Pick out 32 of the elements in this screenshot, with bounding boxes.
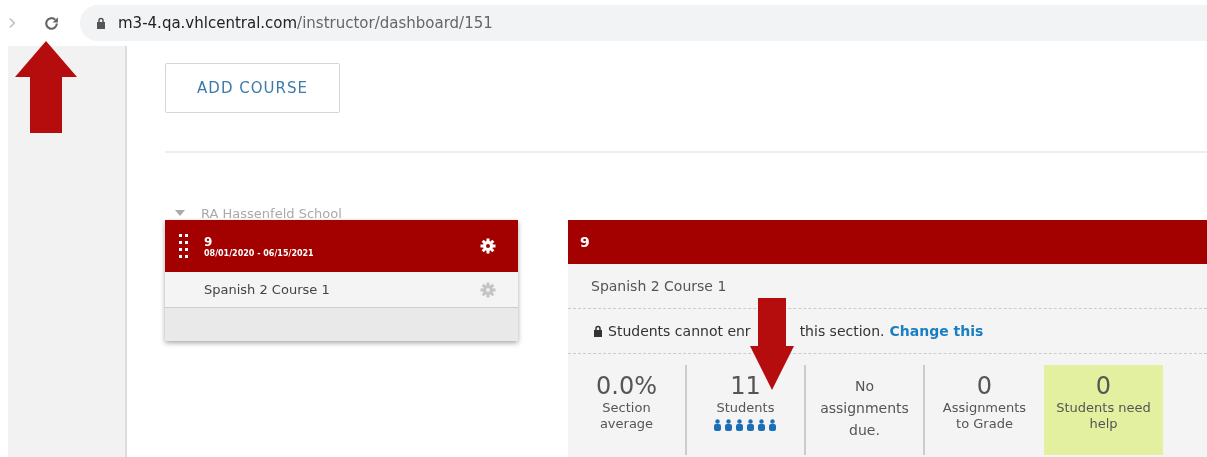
stat-label: Assignments to Grade	[941, 400, 1028, 432]
school-name: RA Hassenfeld School	[201, 205, 342, 221]
stat-tile[interactable]: 0.0% Section average	[568, 365, 687, 455]
drag-handle-icon[interactable]	[179, 234, 189, 258]
change-this-link[interactable]: Change this	[889, 323, 984, 339]
lock-icon	[96, 17, 106, 29]
notice-text: Students cannot enr	[608, 323, 751, 339]
stat-value: 0	[1095, 372, 1112, 400]
stat-tile[interactable]: 0 Students need help	[1044, 365, 1163, 455]
stat-label: Students	[715, 400, 776, 416]
section-header[interactable]: 9 08/01/2020 - 06/15/2021	[165, 220, 518, 272]
stat-label: Section average	[598, 400, 655, 432]
stat-value: 11	[730, 372, 761, 400]
section-dates: 08/01/2020 - 06/15/2021	[204, 248, 315, 258]
reload-icon[interactable]	[43, 14, 60, 32]
notice-text: this section.	[799, 323, 885, 339]
stat-value: 0	[976, 372, 993, 400]
add-course-button[interactable]: ADD COURSE	[165, 63, 340, 113]
stat-tile[interactable]: 0 Assignments to Grade	[925, 365, 1044, 455]
url-text: m3-4.qa.vhlcentral.com/instructor/dashboard/151	[118, 14, 493, 32]
lock-icon	[593, 325, 603, 337]
section-title: 9	[204, 234, 214, 249]
stat-label: Students need help	[1055, 400, 1152, 432]
stat-label: No assignments due.	[819, 377, 910, 440]
course-name: Spanish 2 Course 1	[591, 278, 727, 294]
settings-icon[interactable]	[480, 238, 496, 254]
students-icon	[712, 419, 779, 431]
address-bar[interactable]: m3-4.qa.vhlcentral.com/instructor/dashboard/151	[80, 5, 1207, 41]
panel-title: 9	[580, 234, 590, 250]
stat-tile[interactable]: No assignments due.	[806, 365, 925, 455]
course-row[interactable]: Spanish 2 Course 1	[165, 272, 518, 308]
stat-value: 0.0%	[596, 372, 657, 400]
